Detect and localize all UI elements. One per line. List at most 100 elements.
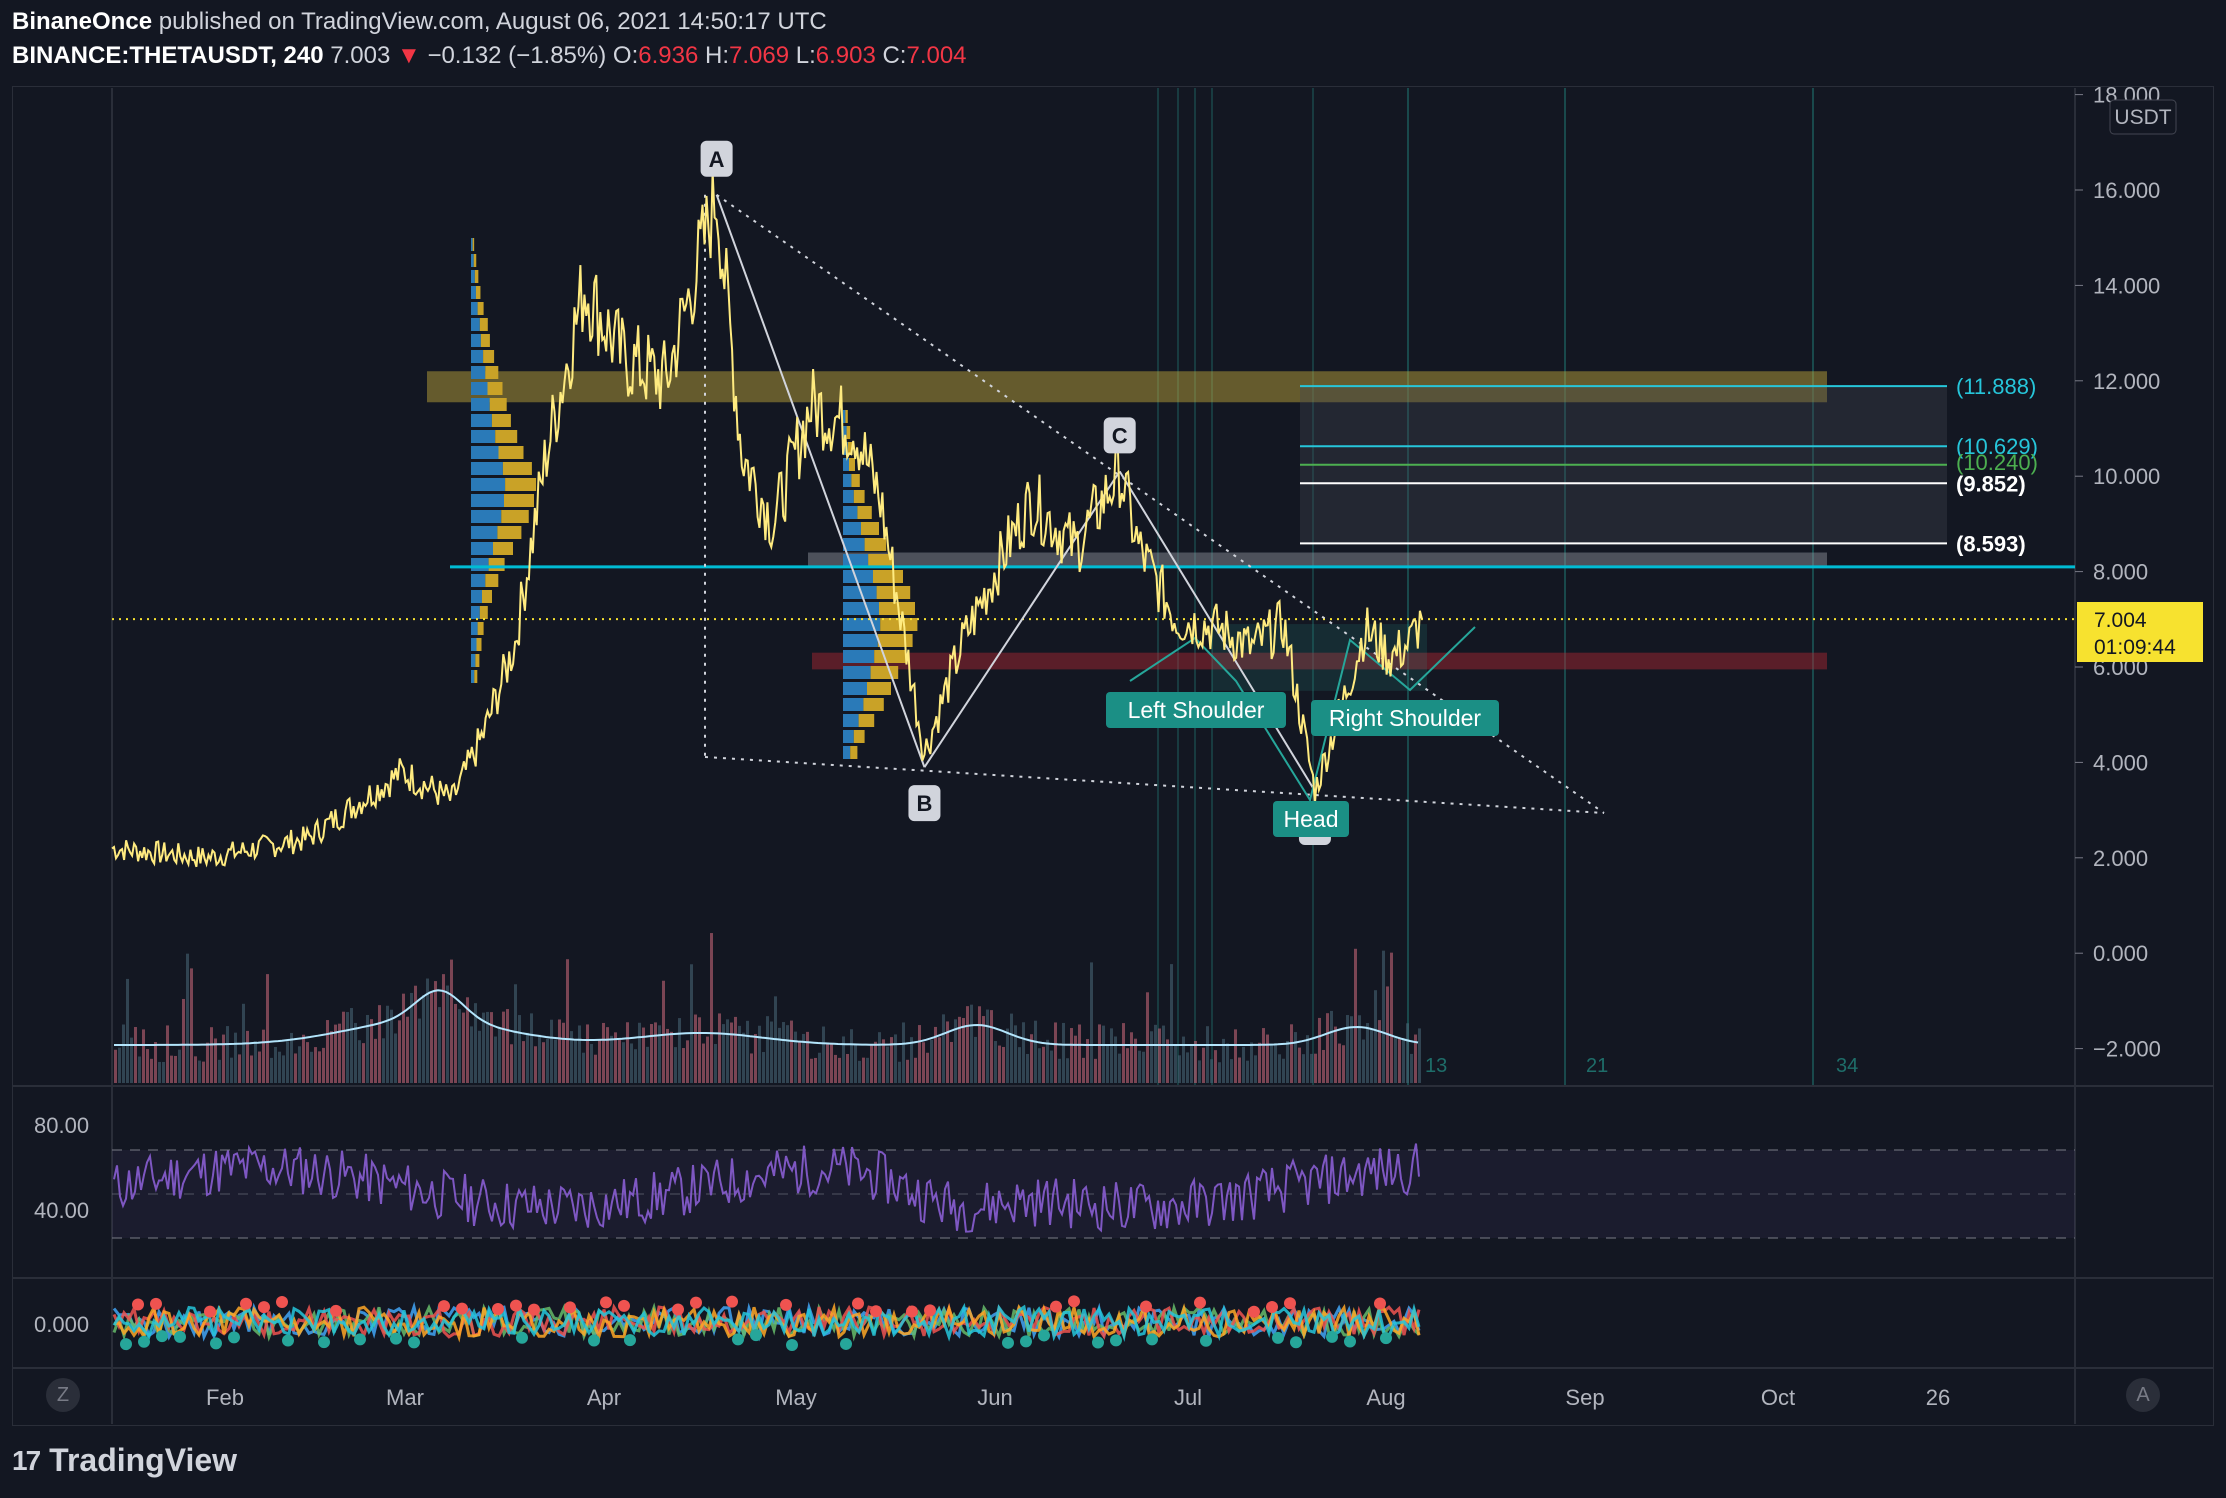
time-tick-label: May <box>775 1385 817 1410</box>
volume-bar <box>1354 948 1357 1083</box>
volume-bar <box>1302 1054 1305 1083</box>
pattern-point-label: B <box>917 791 933 816</box>
volume-bar <box>162 1061 165 1083</box>
price-axis[interactable]: 18.00016.00014.00012.00010.0008.0006.000… <box>2075 83 2161 1062</box>
volume-bar <box>454 1003 457 1083</box>
osc-dot-red <box>1194 1296 1206 1309</box>
osc-dot-red <box>276 1296 288 1309</box>
osc-dot-red <box>1284 1297 1296 1310</box>
volume-bar <box>330 1031 333 1083</box>
volume-bar <box>1006 1028 1009 1083</box>
volume-bar <box>1238 1057 1241 1083</box>
rsi-axis-label: 80.00 <box>34 1113 89 1138</box>
volume-bar <box>1382 950 1385 1083</box>
profile-bar-gold <box>505 478 537 491</box>
osc-dot-green <box>1002 1336 1014 1349</box>
time-tick-label: Feb <box>206 1385 244 1410</box>
osc-dot-green <box>156 1330 168 1343</box>
profile-bar-gold <box>853 730 865 743</box>
profile-bar-blue <box>843 522 861 535</box>
volume-bar <box>398 1020 401 1083</box>
osc-dot-red <box>780 1298 792 1311</box>
osc-dot-red <box>924 1304 936 1317</box>
profile-bar-blue <box>471 526 498 539</box>
profile-bar-blue <box>471 302 478 315</box>
profile-bar-blue <box>471 558 489 571</box>
volume-bar <box>294 1053 297 1083</box>
volume-bar <box>1090 962 1093 1083</box>
profile-bar-gold <box>861 522 879 535</box>
volume-bar <box>882 1039 885 1083</box>
profile-bar-gold <box>502 462 532 475</box>
volume-bar <box>178 1049 181 1083</box>
volume-bar <box>1406 1023 1409 1083</box>
volume-bar <box>766 1016 769 1083</box>
volume-bar <box>270 1057 273 1083</box>
volume-bar <box>770 1021 773 1083</box>
time-tick-label: Oct <box>1761 1385 1795 1410</box>
oscillator-pane: 0.000 <box>34 1295 1421 1351</box>
volume-bar <box>310 1051 313 1083</box>
volume-bar <box>1114 1036 1117 1083</box>
pattern-leg-ab <box>715 194 926 768</box>
volume-bar <box>990 1010 993 1083</box>
profile-bar-blue <box>471 654 476 667</box>
volume-bar <box>1094 1058 1097 1083</box>
profile-bar-blue <box>843 474 852 487</box>
volume-bar <box>514 984 517 1083</box>
tradingview-brand[interactable]: TradingView <box>49 1442 237 1479</box>
volume-bar <box>494 1036 497 1083</box>
volume-bar <box>186 953 189 1083</box>
volume-bar <box>1118 1053 1121 1083</box>
volume-bar <box>746 1020 749 1083</box>
volume-bar <box>986 1009 989 1083</box>
volume-bar <box>670 1031 673 1083</box>
price-tick-label: 10.000 <box>2093 464 2160 489</box>
volume-bar <box>142 1029 145 1083</box>
volume-bar <box>1286 1040 1289 1083</box>
pattern-point-label: C <box>1112 423 1128 448</box>
fib-level-label: (9.852) <box>1956 471 2026 496</box>
profile-bar-blue <box>471 638 477 651</box>
osc-dot-green <box>390 1332 402 1345</box>
profile-bar-blue <box>471 542 493 555</box>
osc-dot-green <box>1380 1332 1392 1345</box>
auto-scale-button[interactable]: A <box>2126 1378 2160 1412</box>
profile-bar-gold <box>877 634 913 647</box>
osc-dot-green <box>318 1336 330 1349</box>
volume-bar <box>306 1042 309 1083</box>
profile-bar-gold <box>472 238 475 251</box>
volume-bar <box>1206 1026 1209 1083</box>
osc-dot-green <box>408 1336 420 1349</box>
volume-bar <box>574 1039 577 1083</box>
volume-bar <box>118 1047 121 1083</box>
scale-z-button[interactable]: Z <box>46 1378 80 1412</box>
profile-bar-blue <box>471 238 473 251</box>
volume-bar <box>1154 1024 1157 1083</box>
volume-bar <box>166 1025 169 1083</box>
volume-bar <box>150 1058 153 1083</box>
profile-bar-blue <box>471 622 478 635</box>
volume-bar <box>374 1038 377 1083</box>
volume-bar <box>858 1060 861 1083</box>
volume-bar <box>1346 1015 1349 1083</box>
volume-bar <box>254 1041 257 1083</box>
volume-bar <box>222 1034 225 1083</box>
osc-dot-red <box>240 1297 252 1310</box>
price-tick-label: 14.000 <box>2093 273 2160 298</box>
osc-dot-green <box>1038 1329 1050 1342</box>
fib-time-label: 13 <box>1425 1055 1447 1077</box>
fib-level-label: (8.593) <box>1956 531 2026 556</box>
time-axis[interactable]: Feb Mar Apr May Jun Jul Aug Sep Oct 26 <box>206 1385 1950 1410</box>
profile-bar-gold <box>853 490 865 503</box>
volume-bar <box>698 1017 701 1083</box>
osc-dot-red <box>870 1305 882 1318</box>
chart-canvas[interactable]: 132134 ABCDLeft ShoulderHeadRight Should… <box>0 0 2226 1498</box>
volume-bar <box>826 1042 829 1083</box>
profile-bar-gold <box>487 382 503 395</box>
shoulder-label: Right Shoulder <box>1329 705 1481 731</box>
volume-bar <box>598 1039 601 1083</box>
volume-bar <box>1110 1028 1113 1083</box>
volume-bar <box>1070 1028 1073 1083</box>
fib-level-label: (11.888) <box>1956 374 2036 399</box>
